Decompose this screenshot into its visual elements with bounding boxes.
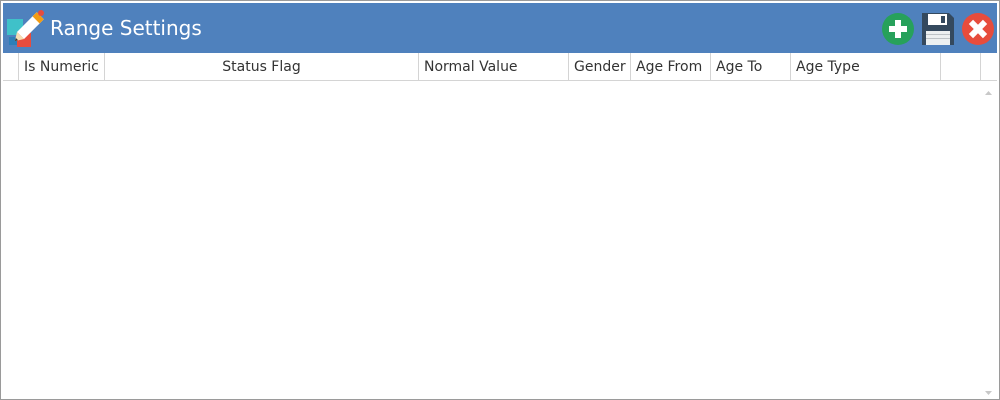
save-button[interactable] [921,12,955,46]
floppy-disk-icon [922,13,954,45]
scroll-down-arrow-icon[interactable] [983,383,994,395]
column-header-gender[interactable]: Gender [569,53,631,80]
column-header-age-to[interactable]: Age To [711,53,791,80]
plus-circle-icon [882,13,914,45]
scroll-up-arrow-icon[interactable] [983,84,994,95]
range-settings-window: Range Settings Is Numeric Status Flag No… [0,0,1000,400]
title-bar: Range Settings [3,3,997,53]
column-header-normal-value[interactable]: Normal Value [419,53,569,80]
edit-pencil-icon [5,7,47,49]
column-header-age-from[interactable]: Age From [631,53,711,80]
column-header-age-type[interactable]: Age Type [791,53,941,80]
row-selector-header[interactable] [3,53,19,80]
window-title: Range Settings [50,16,202,40]
vertical-scrollbar[interactable] [980,81,997,397]
close-button[interactable] [961,12,995,46]
column-header-is-numeric[interactable]: Is Numeric [19,53,105,80]
filler-column-header [941,53,981,80]
grid-body[interactable] [3,81,997,397]
column-header-status-flag[interactable]: Status Flag [105,53,419,80]
grid-header: Is Numeric Status Flag Normal Value Gend… [3,53,997,81]
close-circle-icon [962,13,994,45]
add-button[interactable] [881,12,915,46]
